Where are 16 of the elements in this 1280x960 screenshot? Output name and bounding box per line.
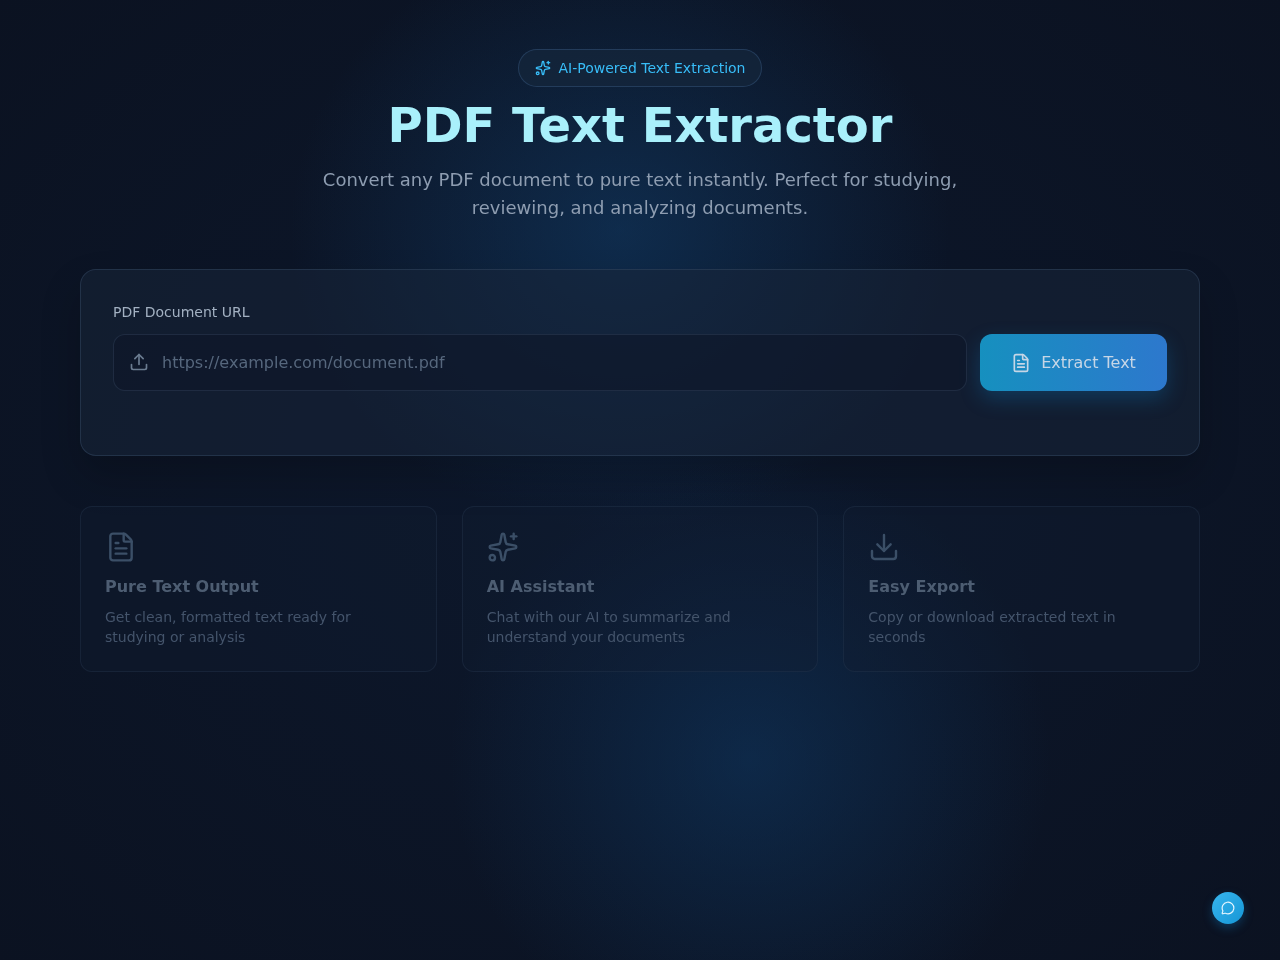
- page-subtitle: Convert any PDF document to pure text instantly. Perfect for studying, reviewing, and analyzing documents.: [321, 168, 959, 220]
- feature-description: Copy or download extracted text in seconds: [868, 608, 1117, 647]
- badge-text: AI-Powered Text Extraction: [558, 59, 746, 78]
- extract-text-button[interactable]: Extract Text: [980, 334, 1167, 391]
- url-input-field[interactable]: https://example.com/document.pdf: [113, 334, 967, 391]
- page-title: PDF Text Extractor: [387, 99, 893, 152]
- chat-bubble-icon: [1221, 901, 1235, 915]
- sparkles-icon: [534, 60, 551, 76]
- field-label: PDF Document URL: [113, 303, 251, 322]
- feature-title: Pure Text Output: [105, 576, 259, 598]
- chat-button[interactable]: [1212, 892, 1244, 924]
- feature-description: Get clean, formatted text ready for studying or analysis: [105, 608, 352, 647]
- feature-title: Easy Export: [868, 576, 975, 598]
- feature-title: AI Assistant: [486, 576, 595, 598]
- sparkles-icon: [486, 531, 519, 563]
- upload-icon: [129, 352, 149, 372]
